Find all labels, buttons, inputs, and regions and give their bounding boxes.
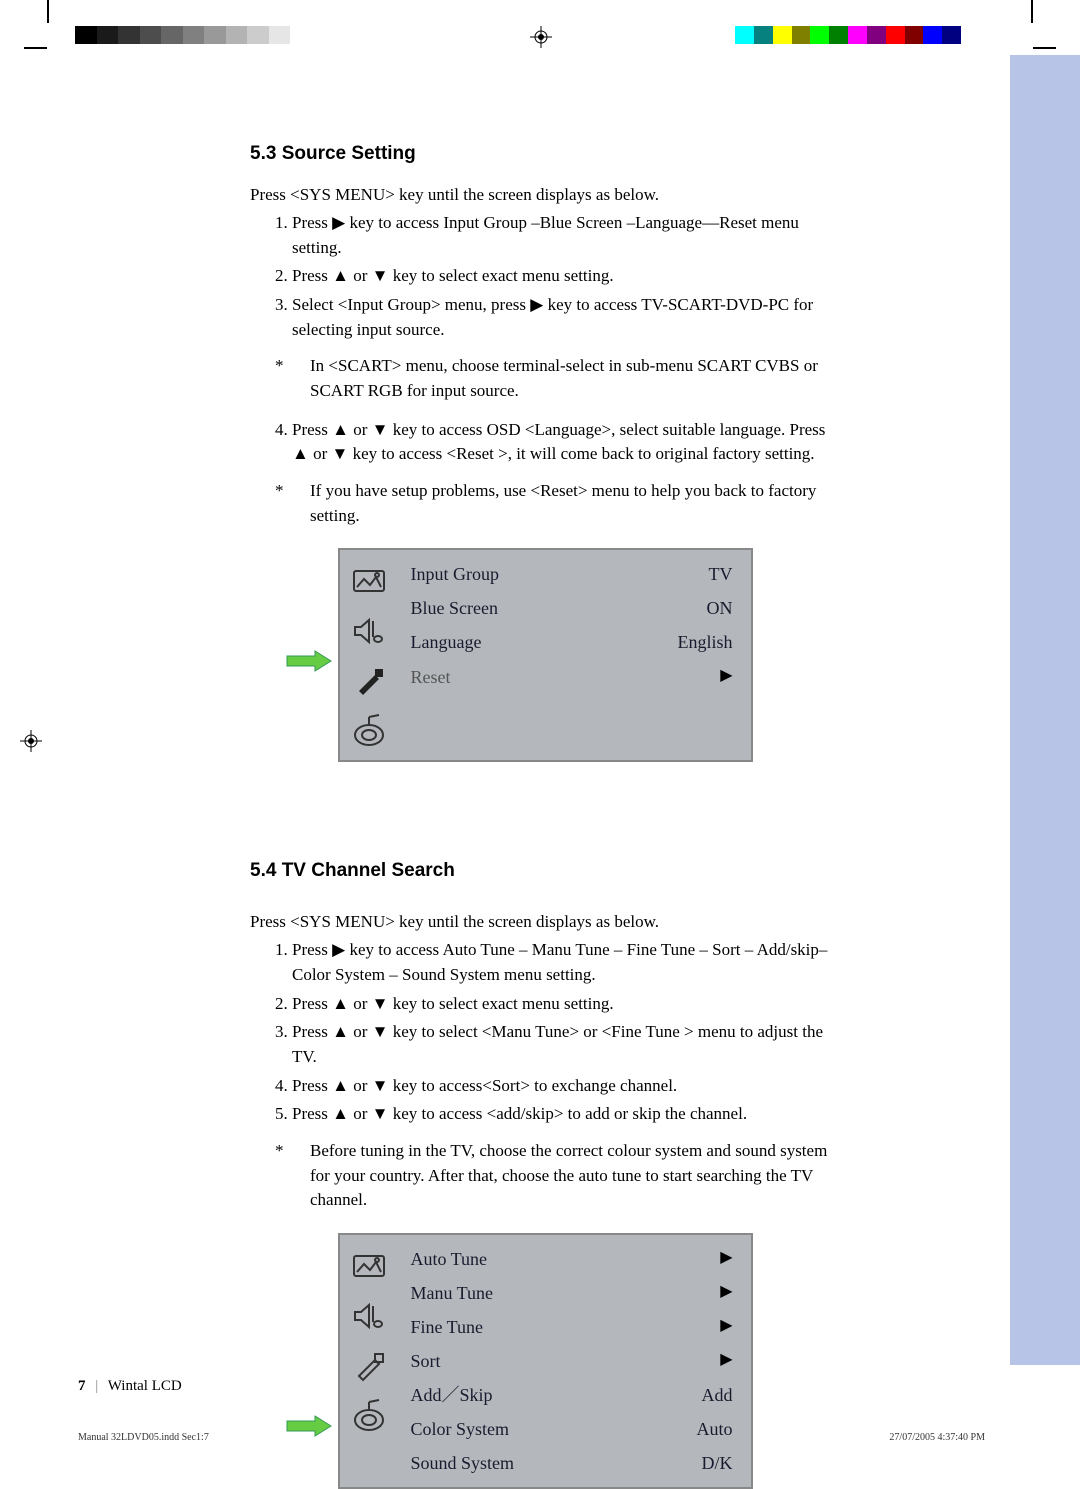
color-bar — [735, 26, 980, 44]
pointer-arrow-icon — [285, 650, 333, 672]
s54-step-4: Press ▲ or ▼ key to access<Sort> to exch… — [292, 1074, 840, 1099]
osd2-label: Sort — [411, 1348, 441, 1374]
registration-mark-left — [20, 730, 42, 752]
tuning-icon — [348, 710, 390, 752]
osd2-value: ▶ — [720, 1246, 732, 1272]
sound-icon — [348, 1295, 390, 1337]
osd2-value: Add — [702, 1382, 733, 1408]
osd1-value: ON — [707, 595, 733, 621]
s53-step-1: Press ▶ key to access Input Group –Blue … — [292, 211, 840, 260]
osd2-value: ▶ — [720, 1348, 732, 1374]
osd-panel-source: Input Group TV Blue Screen ON Language Engl… — [338, 548, 753, 762]
page-footer: 7 | Wintal LCD — [78, 1378, 182, 1395]
osd2-label: Color System — [411, 1416, 510, 1442]
s53-note-reset: If you have setup problems, use <Reset> … — [310, 479, 840, 528]
sidebar-tab — [1010, 55, 1080, 1365]
osd2-value: D/K — [702, 1450, 733, 1476]
s53-note-scart: In <SCART> menu, choose terminal-select … — [310, 354, 840, 403]
osd1-label: Language — [411, 629, 482, 655]
osd-panel-channel: Auto Tune ▶ Manu Tune ▶ Fine Tune ▶ Sort ▶ A… — [338, 1233, 753, 1489]
grayscale-bar — [75, 26, 290, 44]
osd2-value: ▶ — [720, 1314, 732, 1340]
osd2-label: Auto Tune — [411, 1246, 488, 1272]
s53-intro: Press <SYS MENU> key until the screen di… — [250, 183, 840, 208]
osd1-value: TV — [709, 561, 733, 587]
section-5-4-heading: 5.4 TV Channel Search — [250, 857, 840, 885]
osd1-value: English — [677, 629, 732, 655]
setup-icon — [348, 660, 390, 702]
footer-title: Wintal LCD — [108, 1378, 182, 1394]
osd2-label: Fine Tune — [411, 1314, 484, 1340]
setup-icon — [348, 1345, 390, 1387]
registration-mark-top — [530, 26, 552, 48]
s54-note: Before tuning in the TV, choose the corr… — [310, 1139, 840, 1213]
osd1-value: ▶ — [720, 664, 732, 690]
print-timestamp: 27/07/2005 4:37:40 PM — [889, 1432, 985, 1443]
s54-step-2: Press ▲ or ▼ key to select exact menu se… — [292, 992, 840, 1017]
s53-step-4: Press ▲ or ▼ key to access OSD <Language… — [292, 418, 840, 467]
osd1-label: Blue Screen — [411, 595, 498, 621]
osd2-label: Add／Skip — [411, 1382, 493, 1408]
osd2-value: Auto — [697, 1416, 733, 1442]
s54-step-3: Press ▲ or ▼ key to select <Manu Tune> o… — [292, 1020, 840, 1069]
indesign-slug: Manual 32LDVD05.indd Sec1:7 — [78, 1432, 209, 1443]
pointer-arrow-icon — [285, 1415, 333, 1437]
picture-icon — [348, 560, 390, 602]
osd2-label: Manu Tune — [411, 1280, 494, 1306]
section-5-3-heading: 5.3 Source Setting — [250, 140, 840, 168]
s54-step-1: Press ▶ key to access Auto Tune – Manu T… — [292, 938, 840, 987]
s54-intro: Press <SYS MENU> key until the screen di… — [250, 910, 840, 935]
s54-step-5: Press ▲ or ▼ key to access <add/skip> to… — [292, 1102, 840, 1127]
picture-icon — [348, 1245, 390, 1287]
osd2-value: ▶ — [720, 1280, 732, 1306]
sound-icon — [348, 610, 390, 652]
osd1-label: Input Group — [411, 561, 500, 587]
s53-step-2: Press ▲ or ▼ key to select exact menu se… — [292, 264, 840, 289]
osd2-label: Sound System — [411, 1450, 515, 1476]
osd1-label: Reset — [411, 664, 451, 690]
tuning-icon — [348, 1395, 390, 1437]
s53-step-3: Select <Input Group> menu, press ▶ key t… — [292, 293, 840, 342]
page-number: 7 — [78, 1378, 86, 1394]
